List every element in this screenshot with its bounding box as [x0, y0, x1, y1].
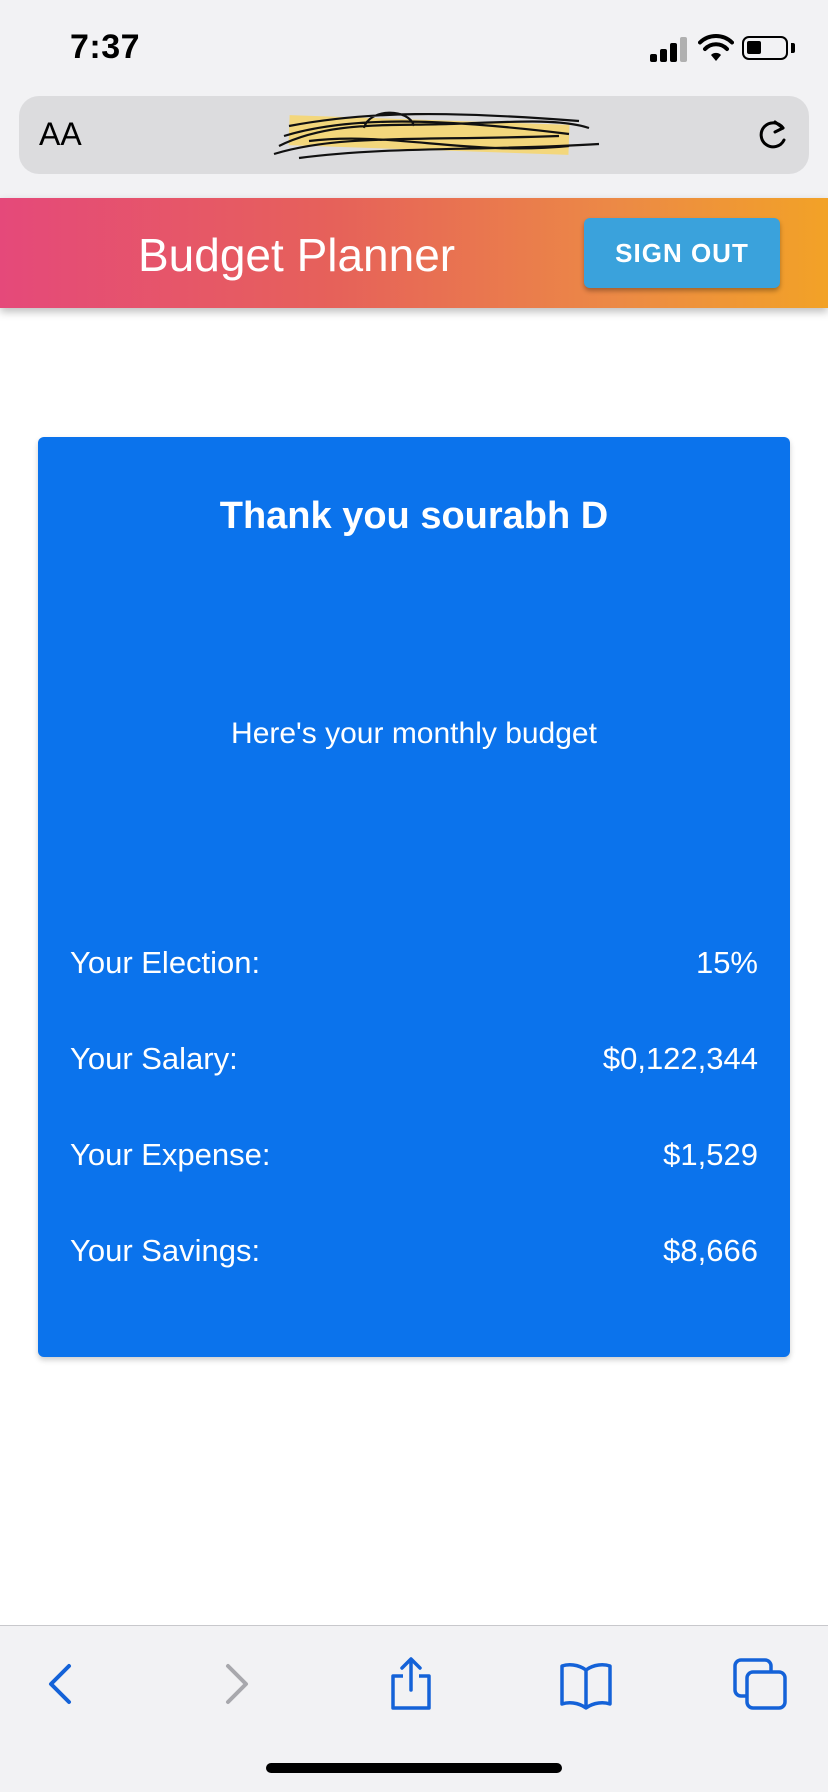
savings-value: $8,666: [663, 1233, 758, 1268]
card-title: Thank you sourabh D: [219, 495, 609, 537]
redacted-url-scribble: [273, 111, 600, 160]
app-header: Budget Planner SIGN OUT: [0, 198, 828, 308]
app-title: Budget Planner: [138, 229, 456, 281]
browser-address-area: AA: [0, 96, 828, 199]
expense-label: Your Expense:: [70, 1137, 271, 1172]
status-time: 7:37: [70, 28, 141, 66]
wifi-icon: [698, 34, 734, 61]
savings-row: Your Savings: $8,666: [70, 1233, 758, 1277]
battery-cap: [791, 43, 795, 53]
tabs-icon[interactable]: [731, 1654, 791, 1714]
election-row: Your Election: 15%: [70, 945, 758, 989]
bookmarks-icon[interactable]: [556, 1654, 616, 1714]
salary-row: Your Salary: $0,122,344: [70, 1041, 758, 1085]
salary-value: $0,122,344: [602, 1041, 758, 1076]
election-value: 15%: [695, 945, 758, 980]
address-bar[interactable]: AA: [19, 96, 809, 174]
card-subtitle: Here's your monthly budget: [231, 717, 597, 750]
budget-card: Thank you sourabh D Here's your monthly …: [38, 437, 790, 1357]
home-indicator: [266, 1763, 562, 1773]
salary-label: Your Salary:: [70, 1041, 238, 1076]
signal-icon: [650, 36, 692, 62]
forward-icon[interactable]: [206, 1654, 266, 1714]
status-bar: 7:37: [0, 0, 828, 96]
expense-row: Your Expense: $1,529: [70, 1137, 758, 1181]
election-label: Your Election:: [70, 945, 261, 980]
reload-icon[interactable]: [753, 116, 791, 154]
expense-value: $1,529: [663, 1137, 758, 1172]
text-size-button[interactable]: AA: [39, 116, 82, 153]
savings-label: Your Savings:: [70, 1233, 261, 1268]
battery-icon: [742, 36, 788, 60]
sign-out-button[interactable]: SIGN OUT: [584, 218, 780, 288]
screen: 7:37 AA Budget Planner SIGN OUT Thank yo…: [0, 0, 828, 1792]
share-icon[interactable]: [381, 1654, 441, 1714]
back-icon[interactable]: [31, 1654, 91, 1714]
